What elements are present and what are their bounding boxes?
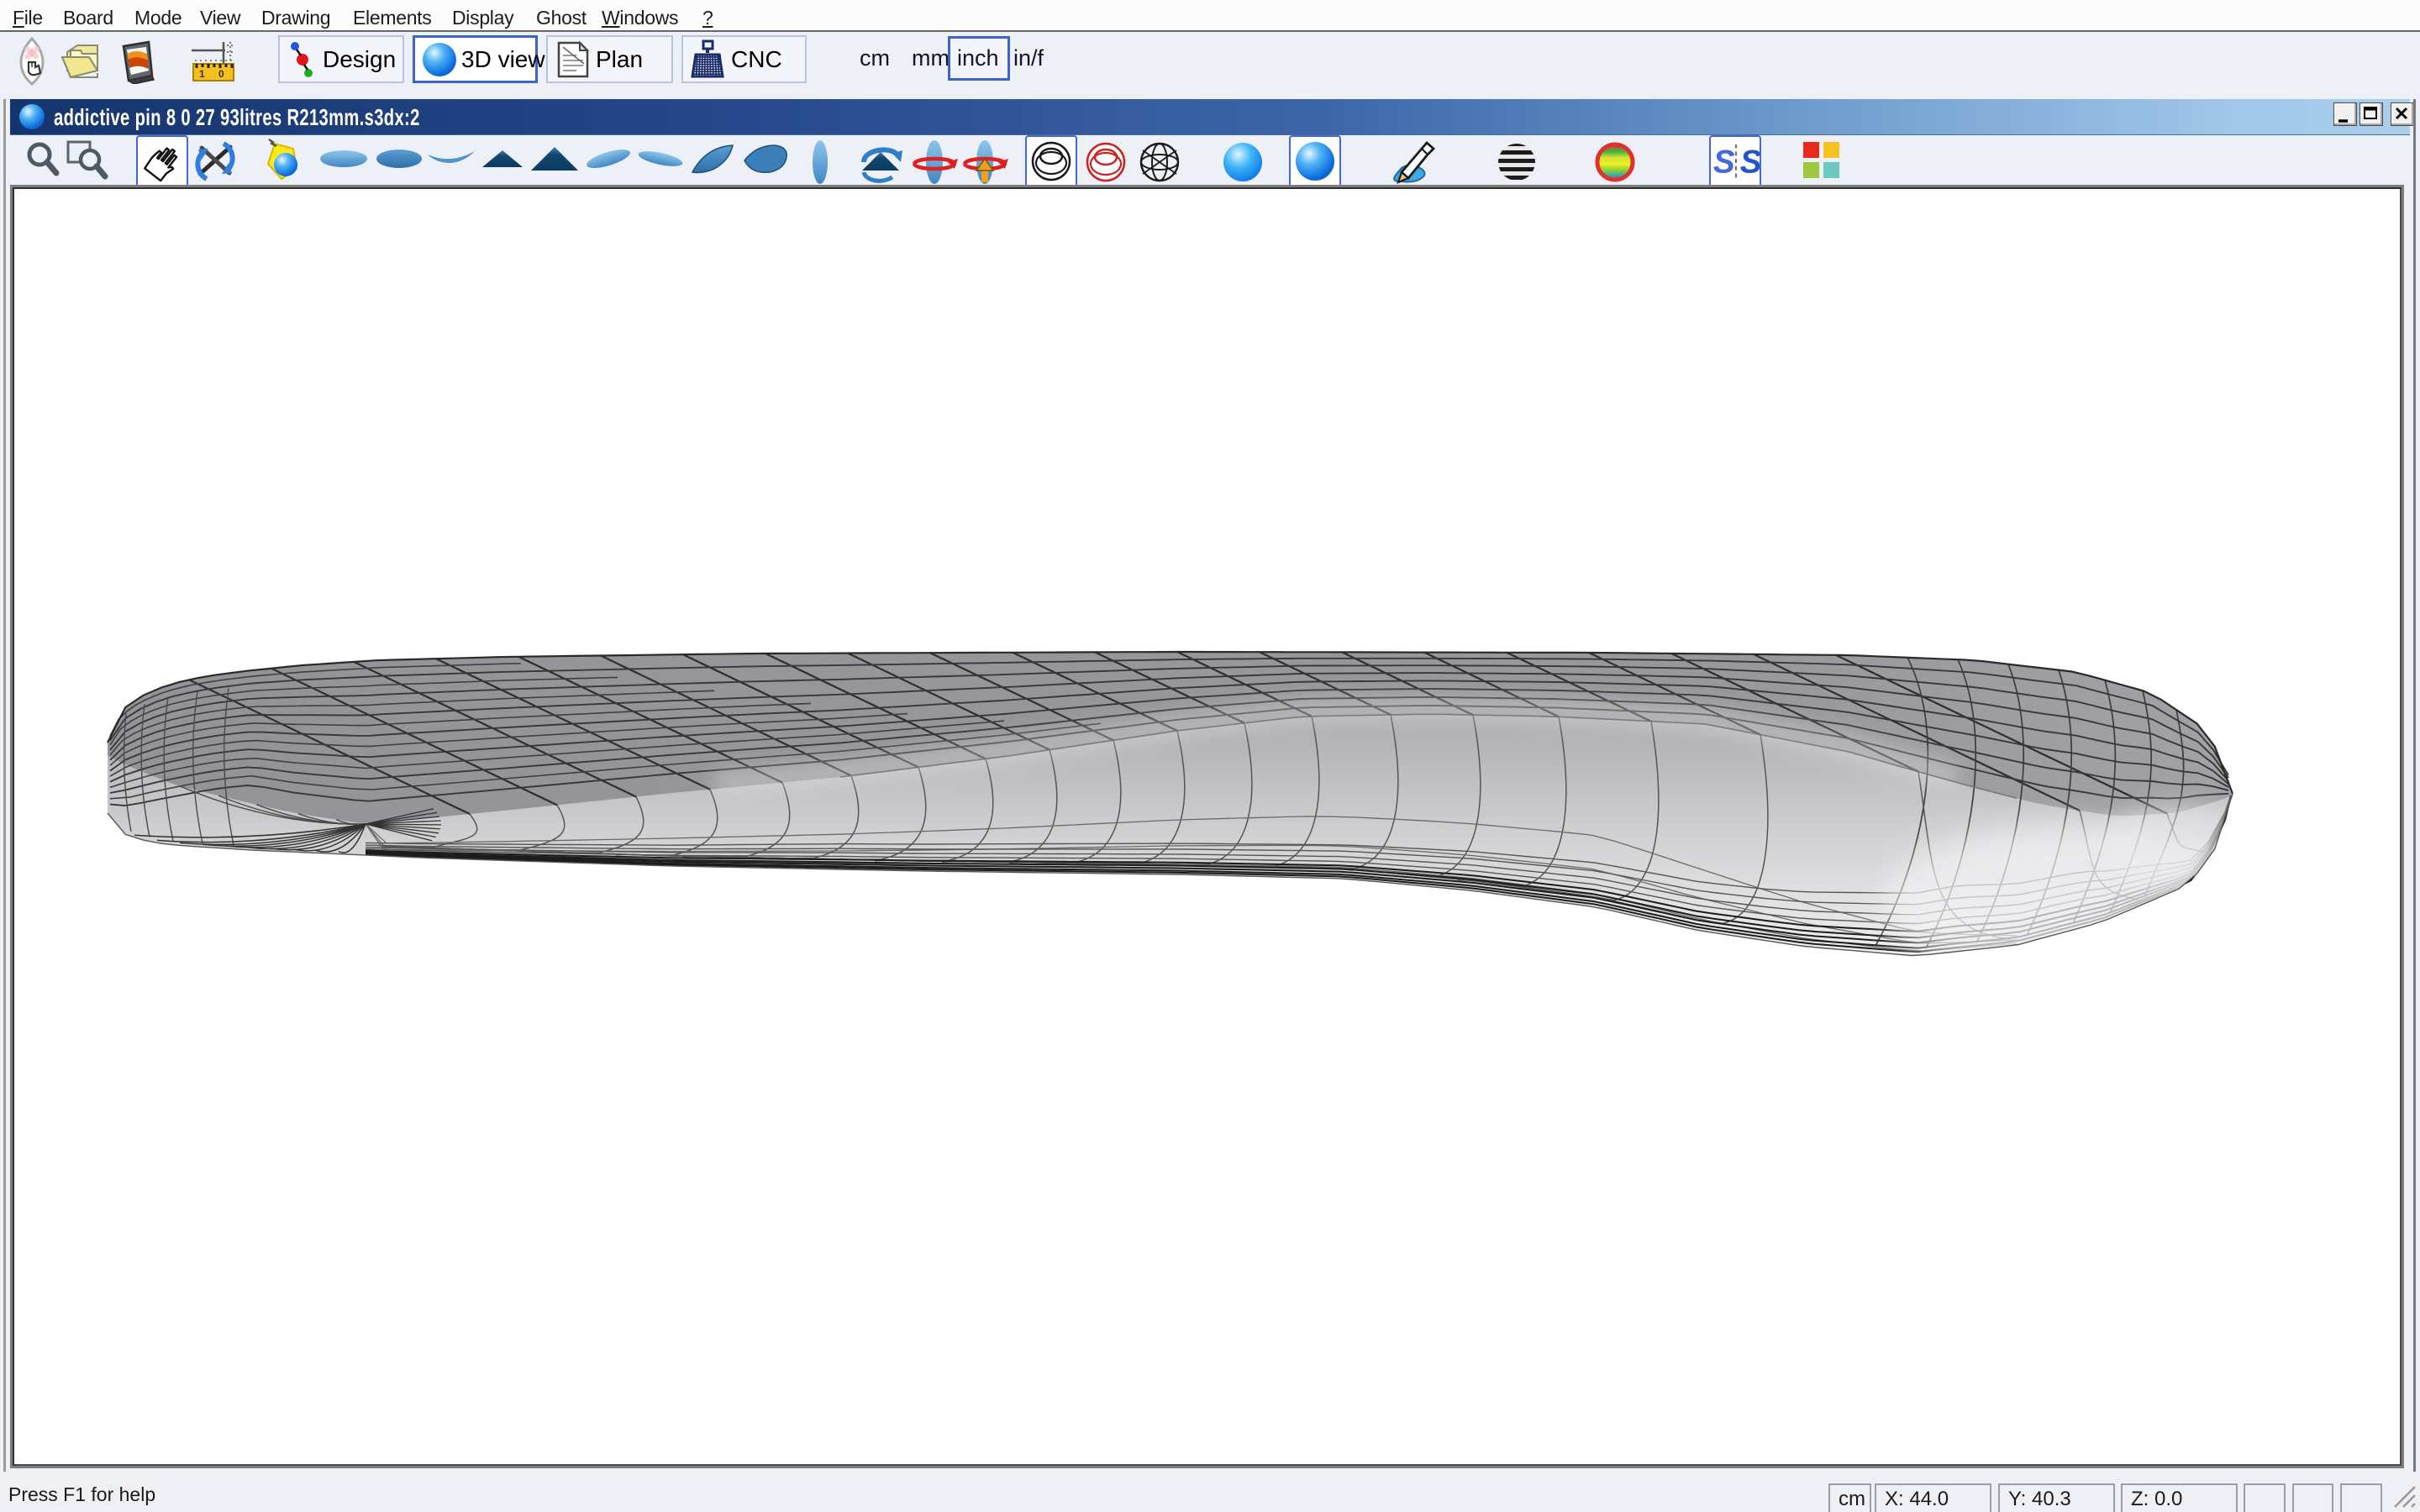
svg-text:0: 0 [218,68,224,80]
svg-text:S: S [1713,144,1735,181]
svg-text:1: 1 [199,68,205,80]
svg-text:S: S [1740,144,1760,181]
